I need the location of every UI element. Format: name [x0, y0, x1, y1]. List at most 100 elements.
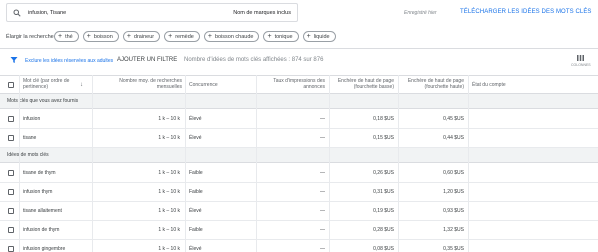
- columns-label: COLONNES: [571, 63, 591, 67]
- cell-competition: Élevé: [189, 208, 202, 214]
- cell-impression-share: —: [320, 135, 325, 141]
- cell-searches: 1 k – 10 k: [158, 189, 180, 195]
- column-separator: [468, 75, 469, 252]
- row-checkbox[interactable]: [8, 246, 14, 252]
- saved-status: Enregistré hier: [404, 10, 437, 16]
- cell-bid-low: 0,26 $US: [373, 170, 394, 176]
- table-row[interactable]: infusion 1 k – 10 k Élevé — 0,18 $US 0,4…: [0, 110, 598, 129]
- row-checkbox[interactable]: [8, 227, 14, 233]
- cell-competition: Faible: [189, 189, 203, 195]
- exclude-adult-ideas-link[interactable]: Exclure les idées réservées aux adultes: [25, 58, 113, 64]
- cell-impression-share: —: [320, 227, 325, 233]
- broaden-chip[interactable]: + remède: [164, 31, 200, 42]
- broaden-chip[interactable]: + draineur: [122, 31, 161, 42]
- cell-bid-low: 0,19 $US: [373, 208, 394, 214]
- broaden-chip[interactable]: + tonique: [263, 31, 299, 42]
- row-checkbox[interactable]: [8, 170, 14, 176]
- broaden-chip[interactable]: + thé: [54, 31, 79, 42]
- chip-label: liquide: [313, 33, 330, 40]
- cell-impression-share: —: [320, 189, 325, 195]
- section-keyword-ideas: Idées de mots clés: [0, 148, 598, 163]
- col-searches-header[interactable]: Nombre moy. de recherches mensuelles: [97, 78, 182, 90]
- table-row[interactable]: infusion thym 1 k – 10 k Faible — 0,31 $…: [0, 183, 598, 202]
- cell-competition: Élevé: [189, 116, 202, 122]
- cell-bid-low: 0,15 $US: [373, 135, 394, 141]
- chip-label: tonique: [274, 33, 293, 40]
- table-row[interactable]: tisane allaitement 1 k – 10 k Élevé — 0,…: [0, 202, 598, 221]
- cell-keyword: tisane de thym: [23, 170, 56, 176]
- table-row[interactable]: infusion de thym 1 k – 10 k Faible — 0,2…: [0, 221, 598, 240]
- cell-keyword: infusion gingembre: [23, 246, 66, 252]
- plus-icon: +: [207, 33, 212, 40]
- plus-icon: +: [306, 33, 311, 40]
- col-keyword-header[interactable]: Mot clé (par ordre de pertinence): [23, 78, 83, 90]
- download-ideas-button[interactable]: TÉLÉCHARGER LES IDÉES DES MOTS CLÉS: [460, 9, 592, 15]
- cell-bid-high: 1,20 $US: [443, 189, 464, 195]
- col-account-status-header[interactable]: État du compte: [472, 82, 506, 88]
- cell-keyword: infusion de thym: [23, 227, 60, 233]
- col-bid-low-header[interactable]: Enchère de haut de page (fourchette bass…: [330, 78, 394, 90]
- keyword-search-box[interactable]: infusion, Tisane Nom de marques inclus: [6, 3, 298, 22]
- cell-keyword: infusion thym: [23, 189, 53, 195]
- cell-searches: 1 k – 10 k: [158, 135, 180, 141]
- cell-searches: 1 k – 10 k: [158, 246, 180, 252]
- columns-icon[interactable]: [577, 55, 584, 61]
- ideas-count: Nombre d'idées de mots clés affichées : …: [184, 57, 324, 63]
- chip-label: remède: [175, 33, 194, 40]
- table-row[interactable]: infusion gingembre 1 k – 10 k Élevé — 0,…: [0, 240, 598, 252]
- broaden-chips: + thé + boisson + draineur + remède + boisson…: [54, 31, 336, 42]
- cell-competition: Élevé: [189, 246, 202, 252]
- cell-searches: 1 k – 10 k: [158, 208, 180, 214]
- section-title: Idées de mots clés: [7, 152, 49, 158]
- plus-icon: +: [86, 33, 91, 40]
- chip-label: boisson: [93, 33, 113, 40]
- col-bid-high-header[interactable]: Enchère de haut de page (fourchette haut…: [400, 78, 464, 90]
- broaden-search-label: Élargir la recherche :: [6, 34, 57, 40]
- select-all-checkbox[interactable]: [8, 82, 14, 88]
- chip-label: boisson chaude: [214, 33, 254, 40]
- row-checkbox[interactable]: [8, 116, 14, 122]
- cell-bid-high: 0,44 $US: [443, 135, 464, 141]
- row-checkbox[interactable]: [8, 135, 14, 141]
- cell-keyword: tisane: [23, 135, 37, 141]
- cell-impression-share: —: [320, 208, 325, 214]
- table-row[interactable]: tisane 1 k – 10 k Élevé — 0,15 $US 0,44 …: [0, 129, 598, 148]
- cell-bid-high: 1,32 $US: [443, 227, 464, 233]
- table-header: Mot clé (par ordre de pertinence) ↓ Nomb…: [0, 75, 598, 94]
- broaden-chip[interactable]: + boisson: [82, 31, 119, 42]
- cell-bid-low: 0,08 $US: [373, 246, 394, 252]
- broaden-chip[interactable]: + boisson chaude: [203, 31, 260, 42]
- cell-keyword: tisane allaitement: [23, 208, 62, 214]
- header-divider: [0, 48, 598, 49]
- sort-arrow-icon[interactable]: ↓: [80, 82, 83, 88]
- col-impression-share-header[interactable]: Taux d'impressions des annonces: [255, 78, 325, 90]
- add-filter-button[interactable]: AJOUTER UN FILTRE: [117, 57, 177, 63]
- brand-names-field[interactable]: Nom de marques inclus: [233, 10, 291, 16]
- cell-bid-low: 0,31 $US: [373, 189, 394, 195]
- cell-bid-high: 0,93 $US: [443, 208, 464, 214]
- filter-icon[interactable]: [10, 56, 18, 64]
- section-provided-keywords: Mots clés que vous avez fournis: [0, 94, 598, 109]
- cell-bid-high: 0,45 $US: [443, 116, 464, 122]
- plus-icon: +: [58, 33, 63, 40]
- table-row[interactable]: tisane de thym 1 k – 10 k Faible — 0,26 …: [0, 164, 598, 183]
- cell-keyword: infusion: [23, 116, 41, 122]
- row-checkbox[interactable]: [8, 208, 14, 214]
- chip-label: thé: [65, 33, 73, 40]
- column-separator: [398, 75, 399, 252]
- broaden-chip[interactable]: + liquide: [302, 31, 336, 42]
- col-competition-header[interactable]: Concurrence: [189, 82, 218, 88]
- cell-impression-share: —: [320, 246, 325, 252]
- row-checkbox[interactable]: [8, 189, 14, 195]
- search-icon: [13, 9, 21, 17]
- plus-icon: +: [168, 33, 173, 40]
- chip-label: draineur: [133, 33, 155, 40]
- cell-bid-low: 0,18 $US: [373, 116, 394, 122]
- search-keywords-value[interactable]: infusion, Tisane: [28, 10, 66, 16]
- column-separator: [92, 75, 93, 252]
- column-separator: [19, 75, 20, 252]
- cell-impression-share: —: [320, 116, 325, 122]
- plus-icon: +: [126, 33, 131, 40]
- cell-searches: 1 k – 10 k: [158, 116, 180, 122]
- column-separator: [256, 75, 257, 252]
